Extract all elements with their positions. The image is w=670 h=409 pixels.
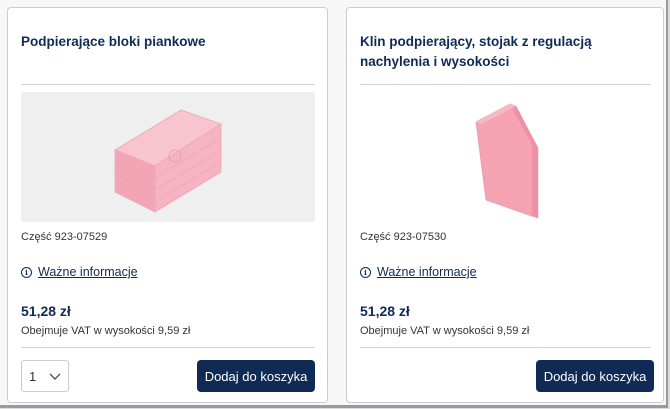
wedge-image [475,103,539,219]
product-title[interactable]: Podpierające bloki piankowe [21,32,311,52]
divider [360,347,651,348]
quantity-value: 1 [29,368,37,384]
divider [360,84,651,85]
info-icon: i [360,266,371,278]
product-image[interactable] [360,92,654,222]
vat-note: Obejmuje VAT w wysokości 9,59 zł [360,325,530,337]
product-card-foam-blocks: Podpierające bloki piankowe Część 923-07… [7,7,328,403]
part-number: Część 923-07529 [21,231,108,243]
vat-note: Obejmuje VAT w wysokości 9,59 zł [21,325,191,337]
part-number: Część 923-07530 [360,231,447,243]
important-info-link[interactable]: Ważne informacje [38,265,138,279]
important-info[interactable]: i Ważne informacje [21,265,138,279]
important-info[interactable]: i Ważne informacje [360,265,477,279]
divider [21,347,315,348]
chevron-down-icon [49,373,61,380]
product-card-wedge-stand: Klin podpierający, stojak z regulacją na… [346,7,664,403]
price: 51,28 zł [360,303,410,319]
divider [21,84,315,85]
product-image[interactable] [21,92,315,222]
quantity-select[interactable]: 1 [21,360,69,392]
price: 51,28 zł [21,303,71,319]
foam-block-image [114,109,222,213]
info-icon: i [21,266,32,278]
product-title[interactable]: Klin podpierający, stojak z regulacją na… [360,32,647,72]
add-to-cart-button[interactable]: Dodaj do koszyka [536,360,654,392]
add-to-cart-button[interactable]: Dodaj do koszyka [197,360,315,392]
important-info-link[interactable]: Ważne informacje [377,265,477,279]
